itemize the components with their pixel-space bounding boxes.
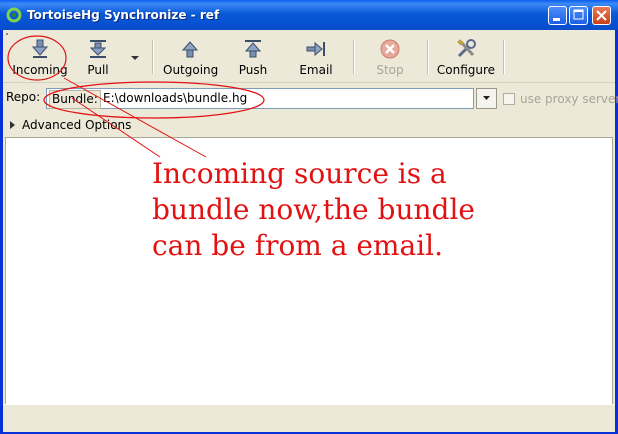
pull-label: Pull — [87, 63, 109, 77]
toolbar-separator — [152, 40, 154, 74]
push-arrow-icon — [244, 40, 262, 58]
status-bar — [3, 404, 615, 432]
configure-button[interactable]: Configure — [436, 38, 496, 80]
toolbar: Incoming Pull Outgoing Push Email Stop C… — [3, 30, 615, 83]
repo-combobox[interactable]: Bundle: E:\downloads\bundle.hg — [46, 88, 474, 109]
email-arrow-icon — [306, 41, 325, 57]
incoming-arrow-icon — [31, 39, 49, 58]
use-proxy-label: use proxy server — [520, 92, 618, 106]
toolbar-separator — [427, 40, 429, 74]
window-title: TortoiseHg Synchronize - ref — [27, 8, 220, 22]
repo-label: Repo: — [6, 90, 41, 104]
toolbar-separator — [503, 40, 505, 74]
repo-row: Repo: Bundle: E:\downloads\bundle.hg use… — [3, 86, 618, 112]
stop-button[interactable]: Stop — [374, 38, 406, 80]
minimize-icon — [553, 18, 560, 21]
incoming-button[interactable]: Incoming — [11, 38, 69, 80]
bundle-prefix: Bundle: — [49, 90, 101, 109]
push-label: Push — [238, 63, 268, 77]
outgoing-label: Outgoing — [163, 63, 219, 77]
minimize-button[interactable] — [548, 6, 567, 25]
email-label: Email — [299, 63, 333, 77]
advanced-options-expander[interactable]: Advanced Options — [3, 116, 615, 136]
repo-dropdown-button[interactable] — [476, 88, 497, 109]
maximize-button[interactable] — [569, 6, 588, 25]
incoming-label: Incoming — [12, 63, 68, 77]
grip-icon — [6, 33, 8, 35]
pull-arrow-icon — [89, 40, 107, 58]
annotation-text: Incoming source is a bundle now,the bund… — [152, 157, 475, 262]
maximize-icon — [573, 9, 584, 20]
pull-dropdown-icon[interactable] — [131, 56, 139, 61]
push-button[interactable]: Push — [237, 38, 269, 80]
chevron-down-icon — [483, 96, 490, 100]
close-icon — [596, 10, 607, 21]
stop-label: Stop — [376, 63, 404, 77]
toolbar-separator — [353, 40, 355, 74]
pull-button[interactable]: Pull — [83, 38, 113, 80]
email-button[interactable]: Email — [299, 38, 333, 80]
stop-icon — [380, 39, 400, 59]
use-proxy-checkbox[interactable] — [503, 93, 515, 105]
repo-path-input[interactable]: E:\downloads\bundle.hg — [103, 91, 247, 105]
configure-label: Configure — [436, 63, 496, 77]
tortoisehg-icon — [6, 7, 22, 23]
advanced-options-label: Advanced Options — [22, 118, 132, 132]
close-button[interactable] — [592, 6, 611, 25]
outgoing-arrow-icon — [181, 41, 199, 58]
outgoing-button[interactable]: Outgoing — [163, 38, 219, 80]
configure-tools-icon — [457, 39, 476, 58]
expander-arrow-icon[interactable] — [9, 121, 17, 129]
title-bar[interactable]: TortoiseHg Synchronize - ref — [0, 0, 618, 30]
